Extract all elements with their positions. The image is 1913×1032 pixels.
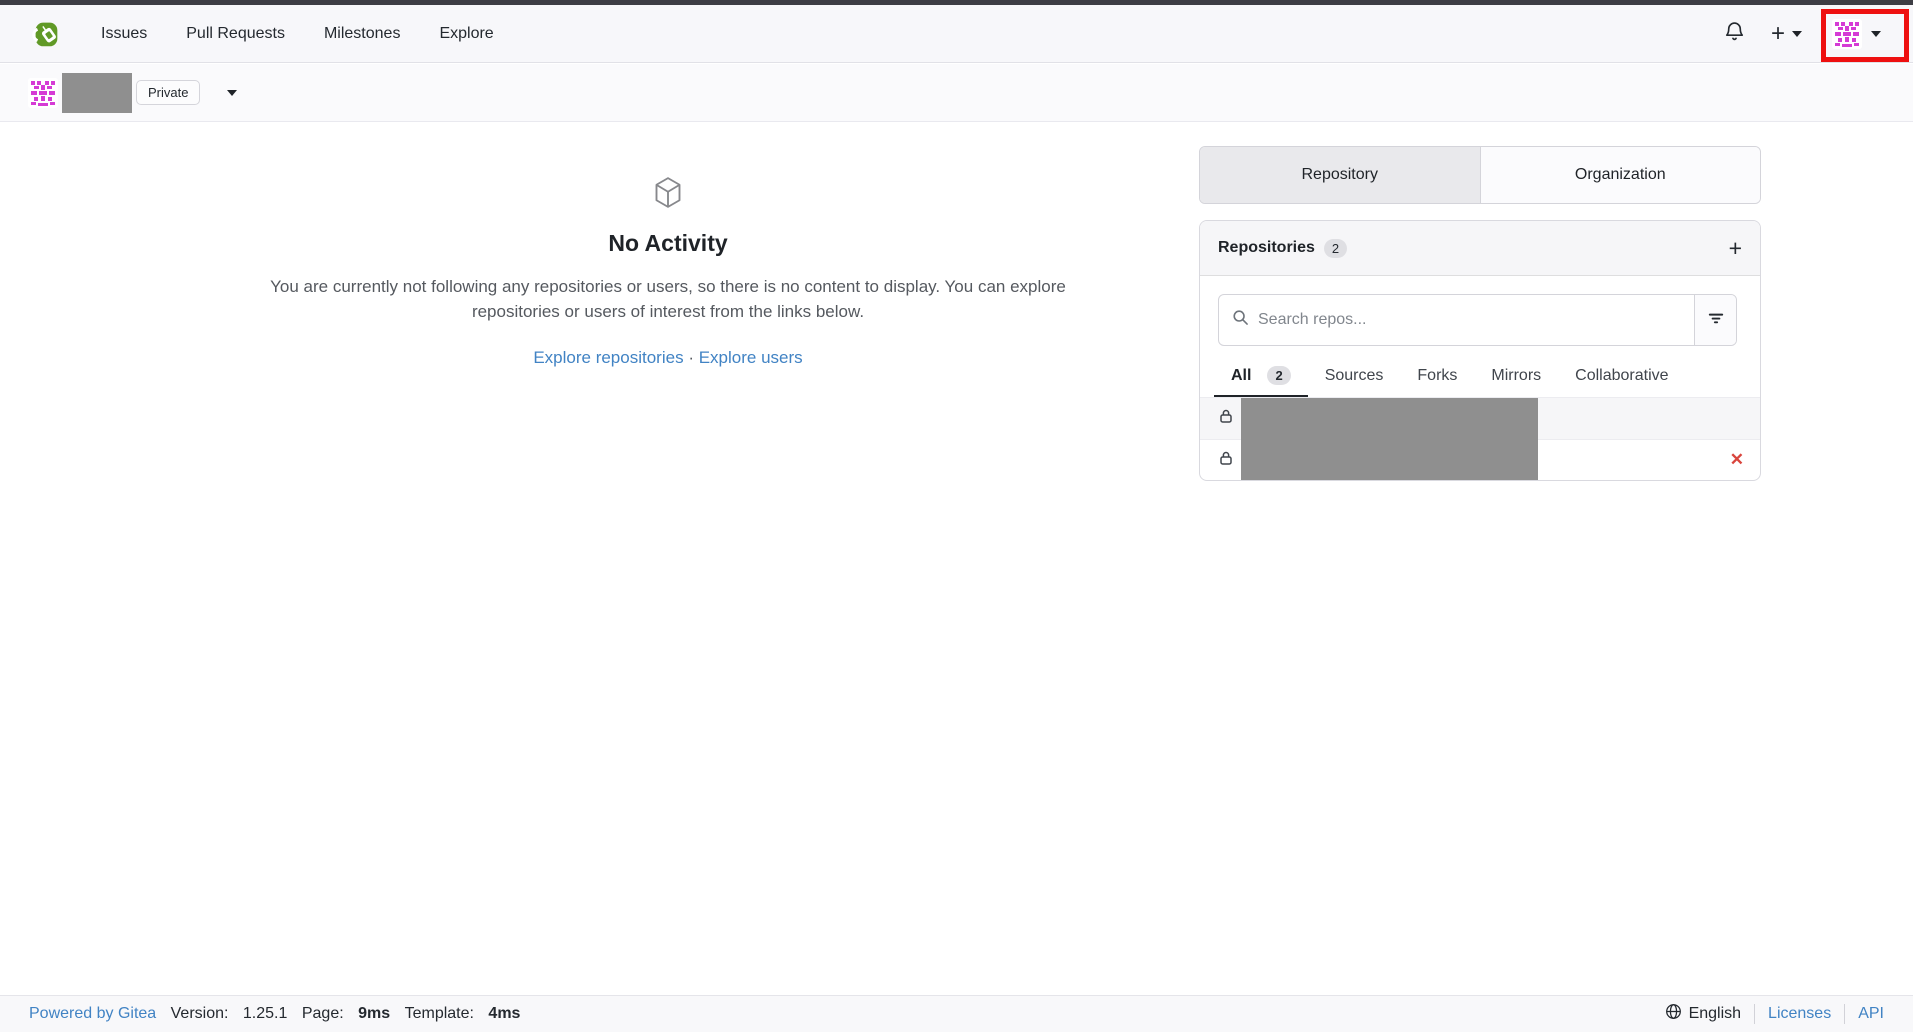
- filter-tab-all[interactable]: All 2: [1214, 360, 1308, 397]
- footer-meta: Powered by Gitea Version: 1.25.1 Page: 9…: [29, 1005, 520, 1023]
- template-time: 4ms: [488, 1005, 520, 1023]
- search-icon: [1232, 309, 1249, 331]
- nav-link-milestones[interactable]: Milestones: [324, 25, 400, 43]
- nav-link-pull-requests[interactable]: Pull Requests: [186, 25, 285, 43]
- page-time: 9ms: [358, 1005, 390, 1023]
- repositories-title: Repositories: [1218, 239, 1315, 257]
- context-user-avatar: [28, 78, 58, 108]
- primary-nav: Issues Pull Requests Milestones Explore: [101, 25, 494, 43]
- user-context-bar: Private: [0, 64, 1913, 122]
- footer-divider: [1844, 1004, 1845, 1024]
- licenses-link[interactable]: Licenses: [1768, 1005, 1831, 1023]
- globe-icon: [1665, 1003, 1682, 1025]
- sidebar-tab-switcher: Repository Organization: [1199, 146, 1761, 204]
- link-separator: ·: [688, 348, 694, 367]
- footer-divider: [1754, 1004, 1755, 1024]
- language-selector[interactable]: English: [1665, 1003, 1741, 1025]
- powered-by-gitea-link[interactable]: Powered by Gitea: [29, 1005, 156, 1023]
- navbar-right: +: [1724, 19, 1885, 49]
- search-repos-input[interactable]: [1258, 311, 1681, 329]
- repo-search-group: [1218, 294, 1737, 346]
- dashboard-sidebar: Repository Organization Repositories 2 +: [1199, 146, 1761, 481]
- private-badge: Private: [136, 80, 200, 105]
- user-avatar: [1832, 19, 1862, 49]
- add-repository-button[interactable]: +: [1729, 237, 1742, 260]
- explore-users-link[interactable]: Explore users: [699, 348, 803, 367]
- filter-lines-icon: [1707, 309, 1725, 332]
- footer-links: English Licenses API: [1665, 1003, 1884, 1025]
- chevron-down-icon: [1871, 31, 1881, 37]
- notifications-button[interactable]: [1724, 21, 1745, 47]
- repo-filter-button[interactable]: [1694, 295, 1736, 345]
- nav-link-issues[interactable]: Issues: [101, 25, 147, 43]
- context-switcher-caret[interactable]: [227, 90, 237, 96]
- main-navbar: Issues Pull Requests Milestones Explore …: [0, 5, 1913, 63]
- nav-link-explore[interactable]: Explore: [439, 25, 493, 43]
- bell-icon: [1724, 21, 1745, 47]
- repositories-panel-header: Repositories 2 +: [1200, 221, 1760, 276]
- repo-filter-tabs: All 2 Sources Forks Mirrors Collaborativ…: [1214, 360, 1760, 397]
- user-avatar-menu[interactable]: [1828, 19, 1885, 49]
- remove-repo-icon[interactable]: ✕: [1730, 450, 1744, 470]
- lock-icon: [1218, 408, 1234, 429]
- explore-repositories-link[interactable]: Explore repositories: [533, 348, 683, 367]
- empty-state-title: No Activity: [230, 230, 1106, 257]
- repo-names-redacted: [1241, 398, 1538, 480]
- repositories-panel: Repositories 2 +: [1199, 220, 1761, 481]
- api-link[interactable]: API: [1858, 1005, 1884, 1023]
- no-activity-empty-state: No Activity You are currently not follow…: [230, 176, 1106, 368]
- package-cube-icon: [653, 176, 683, 214]
- filter-tab-mirrors[interactable]: Mirrors: [1474, 361, 1558, 397]
- filter-tab-collaborative[interactable]: Collaborative: [1558, 361, 1685, 397]
- filter-tab-forks[interactable]: Forks: [1400, 361, 1474, 397]
- language-label: English: [1689, 1005, 1741, 1023]
- username-redacted: [62, 73, 132, 113]
- tab-repository[interactable]: Repository: [1200, 147, 1480, 203]
- empty-state-links: Explore repositories · Explore users: [230, 348, 1106, 368]
- tab-organization[interactable]: Organization: [1480, 147, 1761, 203]
- page-footer: Powered by Gitea Version: 1.25.1 Page: 9…: [0, 995, 1913, 1032]
- filter-all-count-badge: 2: [1267, 366, 1290, 385]
- gitea-logo-icon[interactable]: [28, 16, 64, 52]
- template-label: Template:: [405, 1005, 474, 1023]
- version-label: Version:: [171, 1005, 229, 1023]
- page-label: Page:: [302, 1005, 344, 1023]
- version-value: 1.25.1: [243, 1005, 287, 1023]
- filter-tab-sources[interactable]: Sources: [1308, 361, 1401, 397]
- filter-tab-all-label: All: [1231, 367, 1251, 385]
- lock-icon: [1218, 450, 1234, 471]
- repositories-count-badge: 2: [1324, 239, 1347, 258]
- repo-list: ✕: [1200, 397, 1760, 480]
- plus-icon: +: [1771, 22, 1785, 46]
- create-new-dropdown[interactable]: +: [1771, 22, 1802, 46]
- repo-search-field: [1219, 295, 1694, 345]
- chevron-down-icon: [1792, 31, 1802, 37]
- empty-state-message: You are currently not following any repo…: [230, 274, 1106, 324]
